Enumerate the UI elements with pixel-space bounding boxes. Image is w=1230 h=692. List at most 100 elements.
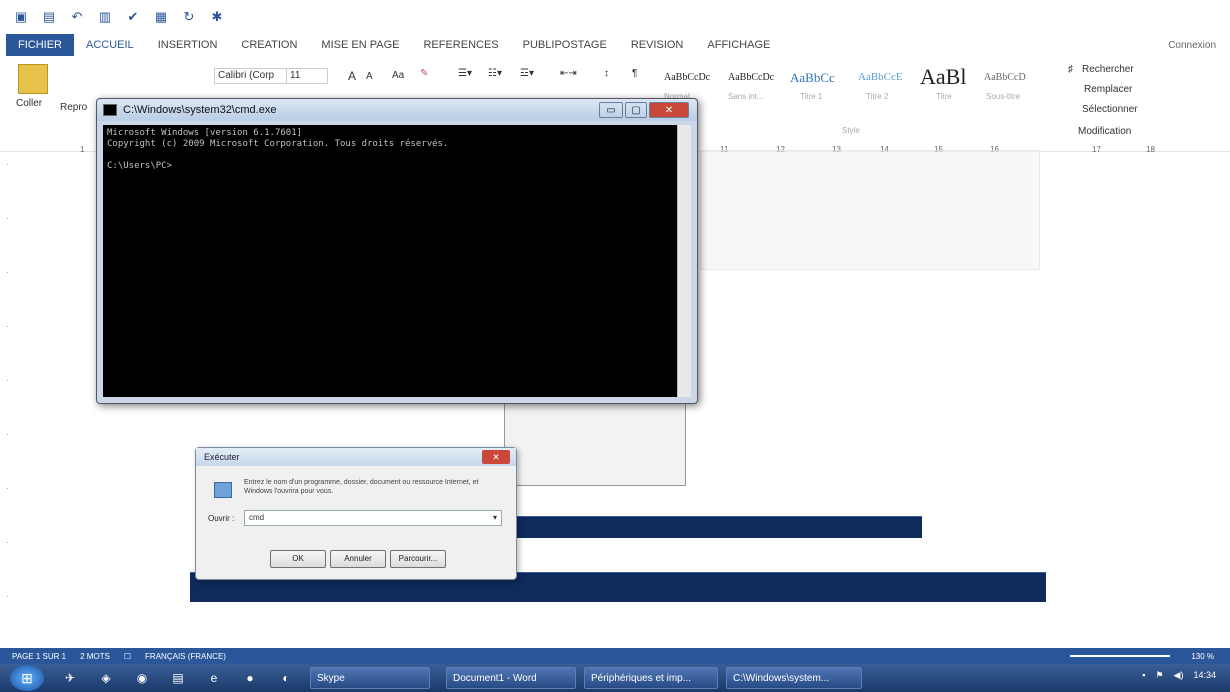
paste-label[interactable]: Coller (16, 98, 42, 109)
ruler-mark: 18 (1146, 145, 1155, 154)
zoom-level[interactable]: 130 % (1191, 652, 1214, 661)
print-icon[interactable]: ▦ (154, 9, 168, 24)
flag-icon[interactable]: ⚑ (1155, 670, 1163, 681)
tab-references[interactable]: REFERENCES (411, 34, 510, 56)
network-icon[interactable]: ▪ (1142, 670, 1145, 681)
spelling-icon[interactable]: ✔ (126, 9, 140, 24)
run-open-input[interactable]: cmd ▾ (244, 510, 502, 526)
edit-group-label: Modification (1078, 126, 1132, 137)
tab-creation[interactable]: CREATION (229, 34, 309, 56)
find-button[interactable]: Rechercher (1082, 64, 1134, 75)
change-case-button[interactable]: Aa (392, 70, 404, 81)
page-count[interactable]: PAGE 1 SUR 1 (12, 652, 66, 661)
replace-button[interactable]: Remplacer (1084, 84, 1132, 95)
style-name-no-spacing: Sans int... (728, 92, 764, 101)
taskbar-skype[interactable]: Skype (310, 667, 430, 689)
format-painter-label[interactable]: Repro (60, 102, 87, 113)
cmd-icon (103, 104, 117, 116)
save-icon[interactable]: ▤ (42, 9, 56, 24)
recursive-ribbon-ghost (700, 150, 1040, 270)
scrollbar[interactable] (677, 125, 691, 397)
tab-fichier[interactable]: FICHIER (6, 34, 74, 56)
sort-icon[interactable]: ↕ (604, 68, 609, 79)
close-button[interactable]: ✕ (482, 450, 510, 464)
run-open-value: cmd (249, 513, 265, 522)
app-icon[interactable]: ◈ (96, 668, 116, 688)
tab-publipostage[interactable]: PUBLIPOSTAGE (511, 34, 619, 56)
multilevel-icon[interactable]: ☲▾ (520, 68, 534, 79)
style-name-subtitle: Sous-titre (986, 92, 1021, 101)
app2-icon[interactable]: ◐ (276, 668, 296, 688)
ok-button[interactable]: OK (270, 550, 326, 568)
word-icon: ▣ (14, 9, 28, 24)
language[interactable]: FRANÇAIS (FRANCE) (145, 652, 226, 661)
style-preview-normal[interactable]: AaBbCcDc (664, 72, 710, 83)
clock[interactable]: 14:34 (1193, 670, 1216, 681)
ruler-mark: 17 (1092, 145, 1101, 154)
tab-affichage[interactable]: AFFICHAGE (695, 34, 782, 56)
find-icon[interactable]: ✱ (210, 9, 224, 24)
style-preview-no-spacing[interactable]: AaBbCcDc (728, 72, 774, 83)
style-preview-subtitle[interactable]: AaBbCcD (984, 72, 1026, 83)
start-button[interactable]: ⊞ (10, 665, 44, 691)
styles-group-label: Style (842, 126, 860, 135)
tab-revision[interactable]: REVISION (619, 34, 696, 56)
cmd-title: C:\Windows\system32\cmd.exe (123, 104, 277, 116)
clear-format-icon[interactable]: ✎ (420, 68, 428, 79)
chevron-down-icon[interactable]: ▾ (493, 513, 497, 523)
cmd-line: Copyright (c) 2009 Microsoft Corporation… (107, 139, 449, 149)
tab-insertion[interactable]: INSERTION (146, 34, 230, 56)
styles-gallery[interactable]: AaBbCcDc AaBbCcDc AaBbCc AaBbCcE AaBl Aa… (656, 64, 1044, 104)
style-preview-title2[interactable]: AaBbCcE (858, 71, 903, 83)
shuttle-icon[interactable]: ✈ (60, 668, 80, 688)
word-count[interactable]: 2 MOTS (80, 652, 110, 661)
cmd-prompt: C:\Users\PC> (107, 161, 173, 171)
system-tray: ▪ ⚑ ◀) 14:34 (1142, 670, 1216, 681)
cmd-console[interactable]: Microsoft Windows [version 6.1.7601] Copy… (103, 125, 677, 397)
browser-icon[interactable]: ◉ (132, 668, 152, 688)
style-preview-title1[interactable]: AaBbCc (790, 70, 835, 86)
bullets-icon[interactable]: ☰▾ (458, 68, 472, 79)
taskbar-word[interactable]: Document1 - Word (446, 667, 576, 689)
run-description: Entrez le nom d'un programme, dossier, d… (244, 479, 479, 495)
properties-window-ghost (504, 400, 686, 486)
binoculars-icon: ♯ (1068, 64, 1073, 75)
pilcrow-icon[interactable]: ¶ (632, 68, 637, 79)
grow-font-button[interactable]: A (348, 69, 356, 83)
refresh-icon[interactable]: ↻ (182, 9, 196, 24)
ie-icon[interactable]: e (204, 668, 224, 688)
cmd-line: Microsoft Windows [version 6.1.7601] (107, 128, 303, 138)
indent-icon[interactable]: ⇤⇥ (560, 68, 577, 79)
proofing-icon[interactable]: ☐ (124, 652, 131, 661)
cancel-button[interactable]: Annuler (330, 550, 386, 568)
ribbon-tabs: FICHIER ACCUEIL INSERTION CREATION MISE … (0, 34, 1230, 56)
connexion-link[interactable]: Connexion (1168, 40, 1216, 51)
numbering-icon[interactable]: ☷▾ (488, 68, 502, 79)
taskbar-periph[interactable]: Périphériques et imp... (584, 667, 718, 689)
media-icon[interactable]: ● (240, 668, 260, 688)
select-button[interactable]: Sélectionner (1082, 104, 1138, 115)
taskbar-cmd[interactable]: C:\Windows\system... (726, 667, 862, 689)
paste-icon[interactable] (18, 64, 48, 94)
volume-icon[interactable]: ◀) (1174, 670, 1184, 681)
close-button[interactable]: ✕ (649, 102, 689, 118)
font-name-value: Calibri (Corp (218, 70, 275, 81)
maximize-button[interactable]: ▢ (625, 102, 647, 118)
recursive-taskbar-ghost (516, 516, 922, 538)
browse-button[interactable]: Parcourir... (390, 550, 446, 568)
zoom-slider[interactable] (1070, 655, 1170, 657)
shrink-font-button[interactable]: A (366, 71, 373, 82)
tab-accueil[interactable]: ACCUEIL (74, 34, 146, 56)
style-preview-title[interactable]: AaBl (920, 64, 966, 90)
quick-access-toolbar: ▣ ▤ ↶ ▥ ✔ ▦ ↻ ✱ (0, 0, 1230, 34)
run-dialog[interactable]: Exécuter ✕ Entrez le nom d'un programme,… (195, 447, 517, 580)
cmd-window[interactable]: C:\Windows\system32\cmd.exe ▭ ▢ ✕ Micros… (96, 98, 698, 404)
tab-mise-en-page[interactable]: MISE EN PAGE (309, 34, 411, 56)
minimize-button[interactable]: ▭ (599, 102, 623, 118)
save-as-icon[interactable]: ▥ (98, 9, 112, 24)
font-size-select[interactable]: 11 (286, 68, 328, 84)
undo-icon[interactable]: ↶ (70, 9, 84, 24)
explorer-icon[interactable]: ▤ (168, 668, 188, 688)
status-bar: PAGE 1 SUR 1 2 MOTS ☐ FRANÇAIS (FRANCE) … (0, 648, 1230, 664)
vertical-ruler: · · · · · · · · · (6, 160, 9, 601)
